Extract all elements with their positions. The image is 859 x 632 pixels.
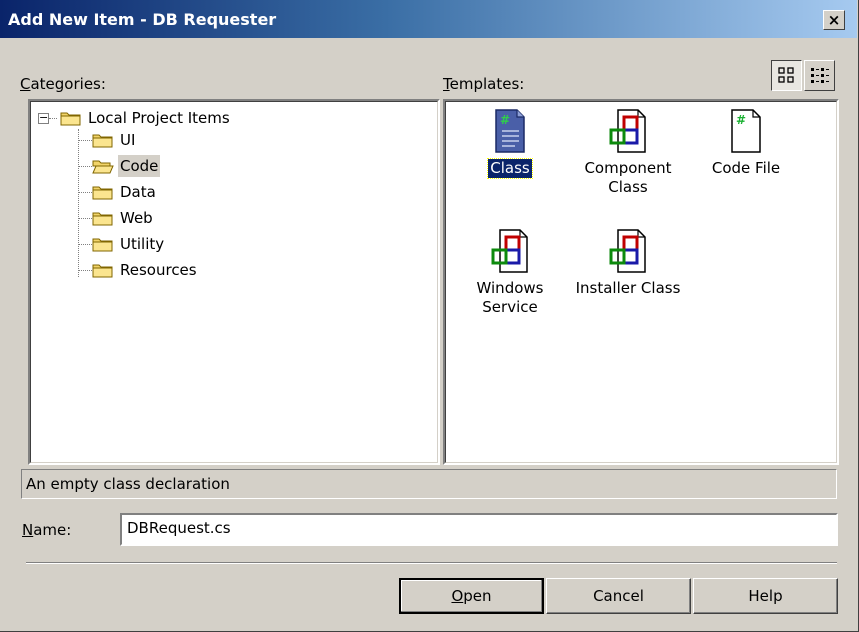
large-icons-view-button[interactable]	[771, 60, 802, 91]
folder-icon	[92, 212, 113, 226]
open-folder-icon	[92, 160, 114, 174]
template-windows-service[interactable]: Windows Service	[455, 229, 565, 317]
title-bar[interactable]: Add New Item - DB Requester ×	[0, 0, 857, 38]
categories-label: Categories:	[20, 75, 106, 93]
categories-tree[interactable]: − Local Project Items UI Code Data Web U…	[28, 99, 440, 465]
add-new-item-dialog: Add New Item - DB Requester × Categories…	[0, 0, 859, 632]
template-installer-class[interactable]: Installer Class	[573, 229, 683, 298]
component-icon	[609, 109, 646, 153]
description-text: An empty class declaration	[26, 475, 230, 493]
template-component-class[interactable]: Component Class	[573, 109, 683, 197]
open-button[interactable]: Open	[399, 578, 544, 614]
templates-list[interactable]: # Class Component Class # Code File Wind…	[443, 99, 839, 465]
close-button[interactable]: ×	[823, 10, 845, 30]
template-name: Installer Class	[575, 279, 681, 297]
folder-icon	[92, 264, 113, 278]
template-name: Component Class	[584, 159, 672, 196]
large-icons-view-icon	[778, 67, 794, 83]
component-icon	[609, 229, 646, 273]
collapse-toggle[interactable]: −	[38, 111, 49, 124]
description-bar: An empty class declaration	[21, 469, 837, 499]
template-name: Class	[487, 158, 533, 179]
folder-icon	[92, 238, 113, 252]
close-icon: ×	[827, 11, 841, 29]
details-view-icon	[811, 68, 829, 83]
templates-label: Templates:	[443, 75, 525, 93]
cancel-button[interactable]: Cancel	[546, 578, 691, 614]
details-view-button[interactable]	[804, 60, 835, 91]
code-file-icon: #	[731, 109, 761, 153]
folder-icon	[92, 186, 113, 200]
template-name: Windows Service	[476, 279, 544, 316]
svg-text:#: #	[736, 113, 746, 127]
svg-text:#: #	[500, 113, 510, 127]
folder-icon	[92, 134, 113, 148]
help-button[interactable]: Help	[693, 578, 838, 614]
name-label: Name:	[22, 521, 72, 539]
window-title: Add New Item - DB Requester	[8, 10, 277, 29]
name-field[interactable]	[120, 513, 838, 546]
separator	[26, 562, 837, 564]
component-icon	[491, 229, 528, 273]
template-name: Code File	[711, 159, 781, 177]
class-icon: #	[495, 109, 525, 153]
template-class[interactable]: # Class	[455, 109, 565, 179]
folder-icon	[60, 112, 81, 126]
template-code-file[interactable]: # Code File	[691, 109, 801, 178]
name-input[interactable]	[127, 519, 817, 537]
